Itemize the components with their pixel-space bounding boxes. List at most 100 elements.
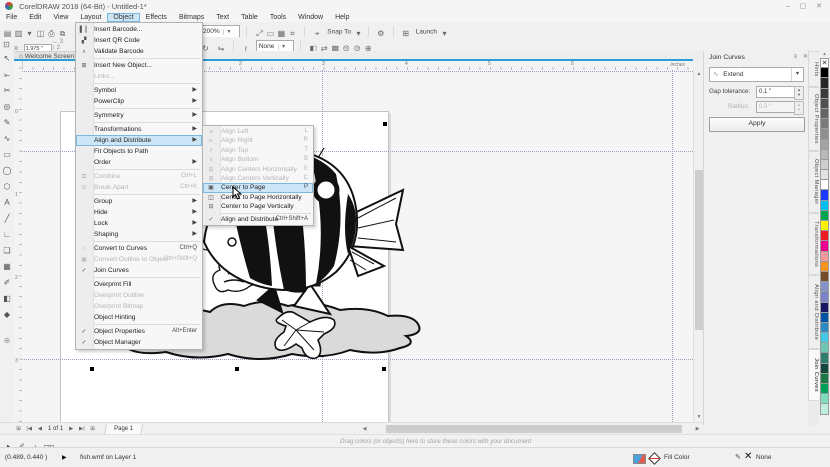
menu-item-align-and-distribute[interactable]: Align and Distribute▶ bbox=[76, 135, 202, 146]
color-swatch[interactable] bbox=[820, 262, 829, 272]
color-swatch[interactable] bbox=[820, 323, 829, 333]
guideline-vertical[interactable] bbox=[672, 70, 673, 422]
vertical-scroll-thumb[interactable] bbox=[695, 170, 703, 330]
polygon-tool[interactable]: ⬡ bbox=[0, 179, 14, 195]
menu-help[interactable]: Help bbox=[329, 13, 355, 22]
color-swatch[interactable] bbox=[820, 333, 829, 343]
color-swatch[interactable] bbox=[820, 89, 829, 99]
color-swatch[interactable] bbox=[820, 374, 829, 384]
freehand-tool[interactable]: ✎ bbox=[0, 115, 14, 131]
menu-item-insert-qr-code[interactable]: ▞Insert QR Code bbox=[76, 35, 202, 46]
menu-tools[interactable]: Tools bbox=[264, 13, 292, 22]
docker-tab-object-properties[interactable]: Object Properties bbox=[808, 87, 819, 151]
smart-fill-tool[interactable]: ◆ bbox=[0, 307, 14, 323]
docker-tab-join-curves[interactable]: Join Curves bbox=[808, 349, 819, 401]
shape-tool[interactable]: ⤜ bbox=[0, 67, 14, 83]
menu-item-fit-objects-to-path[interactable]: Fit Objects to Path bbox=[76, 146, 202, 157]
text-tool[interactable]: A bbox=[0, 195, 14, 211]
artistic-media-tool[interactable]: ∿ bbox=[0, 131, 14, 147]
color-swatch[interactable] bbox=[820, 78, 829, 88]
menu-item-validate-barcode[interactable]: ⌕Validate Barcode bbox=[76, 46, 202, 57]
menu-item-group[interactable]: Group▶ bbox=[76, 196, 202, 207]
window-controls[interactable]: – ▢ ✕ bbox=[786, 0, 826, 13]
scroll-right-icon[interactable]: ▶ bbox=[693, 424, 702, 434]
color-swatch[interactable] bbox=[820, 404, 829, 414]
menu-edit[interactable]: Edit bbox=[23, 13, 47, 22]
zoom-tool[interactable]: ◎ bbox=[0, 99, 14, 115]
menu-item-symbol[interactable]: Symbol▶ bbox=[76, 85, 202, 96]
menu-item-align-and-distribute[interactable]: ✓Align and DistributeCtrl+Shift+A bbox=[203, 215, 313, 224]
apply-button[interactable]: Apply bbox=[709, 117, 805, 132]
menu-item-object-hinting[interactable]: Object Hinting bbox=[76, 312, 202, 323]
ellipse-tool[interactable]: ◯ bbox=[0, 163, 14, 179]
color-swatch[interactable] bbox=[820, 241, 829, 251]
menu-object[interactable]: Object bbox=[107, 13, 139, 22]
docker-tab-transformations[interactable]: Transformations bbox=[808, 213, 819, 275]
menu-item-powerclip[interactable]: PowerClip▶ bbox=[76, 96, 202, 107]
menu-item-center-to-page[interactable]: ▣Center to PageP bbox=[203, 183, 313, 192]
menu-file[interactable]: File bbox=[0, 13, 23, 22]
color-swatch[interactable] bbox=[820, 180, 829, 190]
color-swatch[interactable] bbox=[820, 211, 829, 221]
docker-menu-icon[interactable]: ≡ bbox=[794, 54, 800, 60]
join-mode-combo[interactable]: ∿ Extend ▼ bbox=[709, 67, 804, 82]
menu-view[interactable]: View bbox=[47, 13, 74, 22]
menu-item-shaping[interactable]: Shaping▶ bbox=[76, 229, 202, 240]
color-swatch[interactable] bbox=[820, 292, 829, 302]
menu-effects[interactable]: Effects bbox=[140, 13, 173, 22]
object-size-fields[interactable]: ↔ 3↕ 2 bbox=[52, 39, 63, 51]
color-swatch[interactable] bbox=[820, 343, 829, 353]
color-swatch[interactable] bbox=[820, 231, 829, 241]
color-swatch[interactable] bbox=[820, 394, 829, 404]
more-tools-icon[interactable]: ⊕ bbox=[0, 333, 14, 349]
scroll-left-icon[interactable]: ◀ bbox=[360, 424, 369, 434]
transparency-tool[interactable]: ▦ bbox=[0, 259, 14, 275]
menu-item-hide[interactable]: Hide▶ bbox=[76, 207, 202, 218]
color-swatch[interactable] bbox=[820, 313, 829, 323]
docker-tab-align-and-distribute[interactable]: Align and Distribute bbox=[808, 275, 819, 349]
color-swatch[interactable] bbox=[820, 384, 829, 394]
color-swatch[interactable] bbox=[820, 364, 829, 374]
snap-to-label[interactable]: Snap To bbox=[327, 28, 351, 35]
docker-tab-hints[interactable]: Hints bbox=[808, 51, 819, 87]
color-swatch[interactable] bbox=[820, 282, 829, 292]
launch-label[interactable]: Launch bbox=[416, 28, 437, 35]
color-swatch[interactable] bbox=[820, 303, 829, 313]
color-swatch[interactable] bbox=[820, 150, 829, 160]
menu-item-convert-to-curves[interactable]: ◌Convert to CurvesCtrl+Q bbox=[76, 243, 202, 254]
color-swatch[interactable] bbox=[820, 99, 829, 109]
menu-layout[interactable]: Layout bbox=[74, 13, 107, 22]
menu-item-center-to-page-vertically[interactable]: ⊟Center to Page Vertically bbox=[203, 202, 313, 211]
menu-item-object-manager[interactable]: ✓Object Manager bbox=[76, 337, 202, 348]
menu-table[interactable]: Table bbox=[235, 13, 264, 22]
menu-item-center-to-page-horizontally[interactable]: ◫Center to Page Horizontally bbox=[203, 193, 313, 202]
dimension-tool[interactable]: ╱ bbox=[0, 211, 14, 227]
color-swatch[interactable] bbox=[820, 160, 829, 170]
crop-tool[interactable]: ✂ bbox=[0, 83, 14, 99]
color-swatch[interactable] bbox=[820, 170, 829, 180]
gap-tolerance-field[interactable]: 0.1 " bbox=[756, 86, 796, 98]
menu-bitmaps[interactable]: Bitmaps bbox=[173, 13, 210, 22]
horizontal-scrollbar[interactable]: ◀ ▶ bbox=[360, 424, 702, 434]
color-swatch[interactable] bbox=[820, 353, 829, 363]
pick-tool[interactable]: ↖ bbox=[0, 51, 14, 67]
menu-item-insert-new-object[interactable]: ⊞Insert New Object... bbox=[76, 60, 202, 71]
color-swatch[interactable] bbox=[820, 119, 829, 129]
drop-shadow-tool[interactable]: ❏ bbox=[0, 243, 14, 259]
menu-item-transformations[interactable]: Transformations▶ bbox=[76, 124, 202, 135]
color-swatch[interactable] bbox=[820, 201, 829, 211]
no-color-swatch[interactable]: ✕ bbox=[820, 58, 829, 68]
color-swatch[interactable] bbox=[820, 221, 829, 231]
menu-item-order[interactable]: Order▶ bbox=[76, 157, 202, 168]
color-swatch[interactable] bbox=[820, 109, 829, 119]
color-swatch[interactable] bbox=[820, 190, 829, 200]
docker-tab-object-manager[interactable]: Object Manager bbox=[808, 151, 819, 213]
palette-scroll-up-icon[interactable]: ▴ bbox=[819, 51, 830, 58]
color-swatch[interactable] bbox=[820, 129, 829, 139]
rectangle-tool[interactable]: ▭ bbox=[0, 147, 14, 163]
color-swatch[interactable] bbox=[820, 272, 829, 282]
menu-window[interactable]: Window bbox=[292, 13, 329, 22]
selection-handle[interactable] bbox=[383, 122, 387, 126]
interactive-fill-tool[interactable]: ◧ bbox=[0, 291, 14, 307]
menu-item-symmetry[interactable]: Symmetry▶ bbox=[76, 110, 202, 121]
